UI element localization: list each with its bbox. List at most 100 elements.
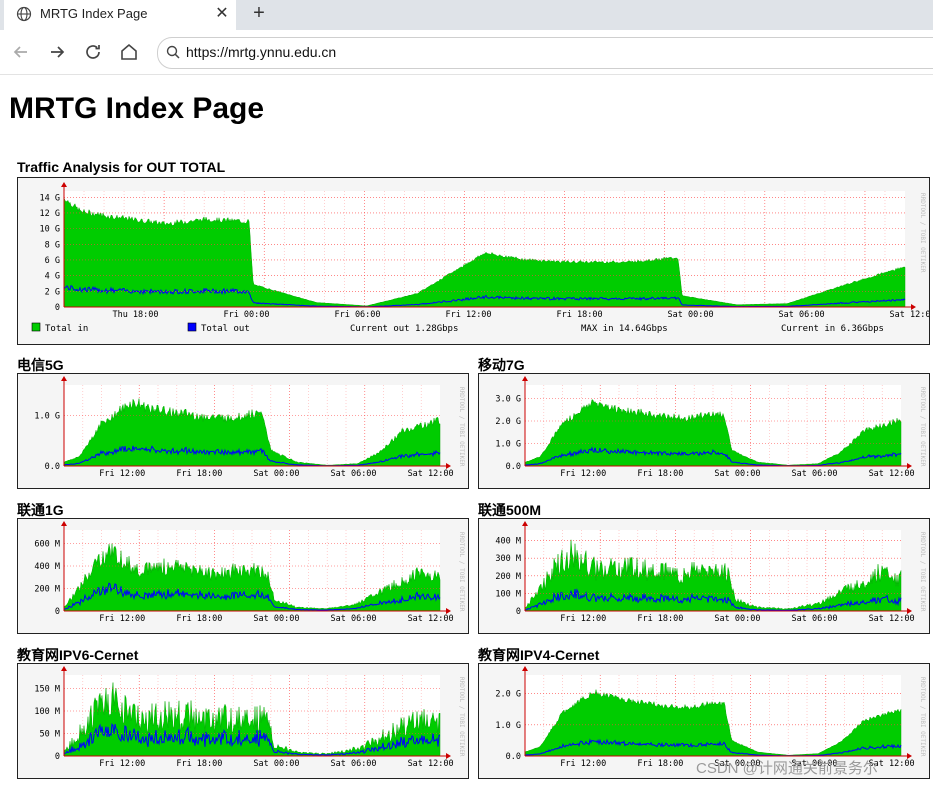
y-tick-label: 0.0 [506,752,521,762]
browser-toolbar [0,30,933,75]
y-tick-label: 100 M [34,707,60,717]
stat-max-in: MAX in 14.64Gbps [581,324,668,334]
x-tick-label: Sat 00:00 [253,469,299,479]
y-tick-label: 6 G [45,256,60,266]
graph-svg-ipv6: 150 M 100 M 50 M 0 Fri 12:00 Fri 18:00 Sat 00:… [34,666,465,769]
x-tick-label: Sat 12:00 [408,759,454,769]
x-tick-label: Sat 00:00 [714,614,760,624]
home-icon[interactable] [117,40,141,64]
rrdtool-credit: RRDTOOL / TOBI OETIKER [458,532,465,612]
y-tick-label: 0 [516,607,521,617]
y-tick-label: 150 M [34,685,60,695]
graph-title-ipv6: 教育网IPV6-Cernet [17,647,139,663]
y-tick-label: 600 M [34,540,60,550]
x-tick-label: Fri 12:00 [99,759,145,769]
x-tick-label: Sat 12:00 [408,469,454,479]
y-tick-label: 2.0 G [495,690,521,700]
x-tick-label: Sat 12:00 [869,469,915,479]
tab-close-icon[interactable]: ✕ [212,4,232,24]
x-tick-label: Fri 18:00 [176,759,222,769]
y-tick-label: 1.0 G [495,721,521,731]
back-icon[interactable] [9,40,33,64]
rrdtool-credit: RRDTOOL / TOBI OETIKER [458,387,465,467]
x-tick-label: Fri 12:00 [560,759,606,769]
x-tick-label: Fri 12:00 [560,614,606,624]
forward-icon[interactable] [45,40,69,64]
x-tick-label: Sat 12:00 [890,310,929,320]
x-tick-label: Fri 18:00 [637,614,683,624]
y-tick-label: 100 M [495,589,521,599]
rrdtool-credit: RRDTOOL / TOBI OETIKER [919,677,926,757]
y-tick-label: 400 M [34,562,60,572]
graph-ipv6[interactable]: 150 M 100 M 50 M 0 Fri 12:00 Fri 18:00 Sat 00:… [17,663,469,779]
y-tick-label: 0 [55,303,60,313]
tab-title: MRTG Index Page [40,6,148,21]
y-tick-label: 0 [55,752,60,762]
rrdtool-credit: RRDTOOL / TOBI OETIKER [919,532,926,612]
y-tick-label: 400 M [495,537,521,547]
x-tick-label: Fri 00:00 [223,310,269,320]
graph-title-ipv4: 教育网IPV4-Cernet [478,647,600,663]
globe-icon [16,6,32,22]
graph-title-unicom500: 联通500M [478,502,542,518]
graph-svg-unicom500: 400 M 300 M 200 M 100 M 0 Fri 12:00 Fri 18:00 S… [495,521,926,624]
legend-out-swatch [187,322,197,332]
y-tick-label: 8 G [45,240,60,250]
x-tick-label: Sat 06:00 [330,759,376,769]
x-tick-label: Sat 00:00 [253,759,299,769]
graph-mobile[interactable]: 3.0 G 2.0 G 1.0 G 0.0 Fri 12:00 Fri 18:00 Sat … [478,373,930,489]
graph-total[interactable]: 14 G 12 G 10 G 8 G 6 G 4 G 2 G 0 Thu 18:00 Fri 00… [17,177,930,345]
y-tick-label: 0.0 [45,462,60,472]
legend-in-swatch [31,322,41,332]
graph-title-unicom1g: 联通1G [17,502,64,518]
y-tick-label: 0 [55,607,60,617]
y-tick-label: 2.0 G [495,417,521,427]
y-tick-label: 1.0 G [495,440,521,450]
x-tick-label: Thu 18:00 [112,310,158,320]
stat-current-out: Current out 1.28Gbps [350,324,458,334]
graph-title-mobile: 移动7G [478,357,525,373]
x-tick-label: Fri 12:00 [560,469,606,479]
legend-in-label: Total in [45,324,88,334]
graph-unicom500[interactable]: 400 M 300 M 200 M 100 M 0 Fri 12:00 Fri 18:00 S… [478,518,930,634]
x-tick-label: Fri 12:00 [99,614,145,624]
page-title: MRTG Index Page [9,92,265,125]
x-tick-label: Sat 06:00 [791,614,837,624]
graph-title-total: Traffic Analysis for OUT TOTAL [17,159,226,175]
y-tick-label: 12 G [40,209,60,219]
x-tick-label: Sat 06:00 [330,469,376,479]
y-tick-label: 3.0 G [495,395,521,405]
y-tick-label: 200 M [495,572,521,582]
x-tick-label: Fri 18:00 [557,310,603,320]
graph-svg-telecom: 1.0 G 0.0 Fri 12:00 Fri 18:00 Sat 00:00 Sat 0… [34,376,465,479]
address-bar[interactable] [157,37,933,69]
x-tick-label: Sat 00:00 [714,469,760,479]
x-tick-label: Fri 18:00 [637,469,683,479]
tab-strip: MRTG Index Page ✕ + [0,0,933,30]
x-tick-label: Sat 06:00 [330,614,376,624]
y-tick-label: 300 M [495,554,521,564]
stat-current-in: Current in 6.36Gbps [781,324,884,334]
graph-svg-unicom1g: 600 M 400 M 200 M 0 Fri 12:00 Fri 18:00 Sat 00… [34,521,465,624]
rrdtool-credit: RRDTOOL / TOBI OETIKER [919,193,926,273]
y-tick-label: 1.0 G [34,411,60,421]
graph-telecom[interactable]: 1.0 G 0.0 Fri 12:00 Fri 18:00 Sat 00:00 Sat 0… [17,373,469,489]
new-tab-button[interactable]: + [248,2,270,24]
x-tick-label: Fri 18:00 [176,614,222,624]
graph-unicom1g[interactable]: 600 M 400 M 200 M 0 Fri 12:00 Fri 18:00 Sat 00… [17,518,469,634]
x-tick-label: Fri 12:00 [99,469,145,479]
x-tick-label: Sat 06:00 [779,310,825,320]
x-tick-label: Fri 18:00 [176,469,222,479]
browser-tab[interactable]: MRTG Index Page ✕ [4,0,236,30]
rrdtool-credit: RRDTOOL / TOBI OETIKER [919,387,926,467]
graph-title-telecom: 电信5G [17,357,64,373]
reload-icon[interactable] [81,40,105,64]
y-tick-label: 10 G [40,225,60,235]
x-tick-label: Sat 00:00 [668,310,714,320]
y-tick-label: 4 G [45,272,60,282]
x-tick-label: Fri 06:00 [334,310,380,320]
y-tick-label: 2 G [45,287,60,297]
url-input[interactable] [186,42,886,62]
y-tick-label: 200 M [34,585,60,595]
rrdtool-credit: RRDTOOL / TOBI OETIKER [458,677,465,757]
